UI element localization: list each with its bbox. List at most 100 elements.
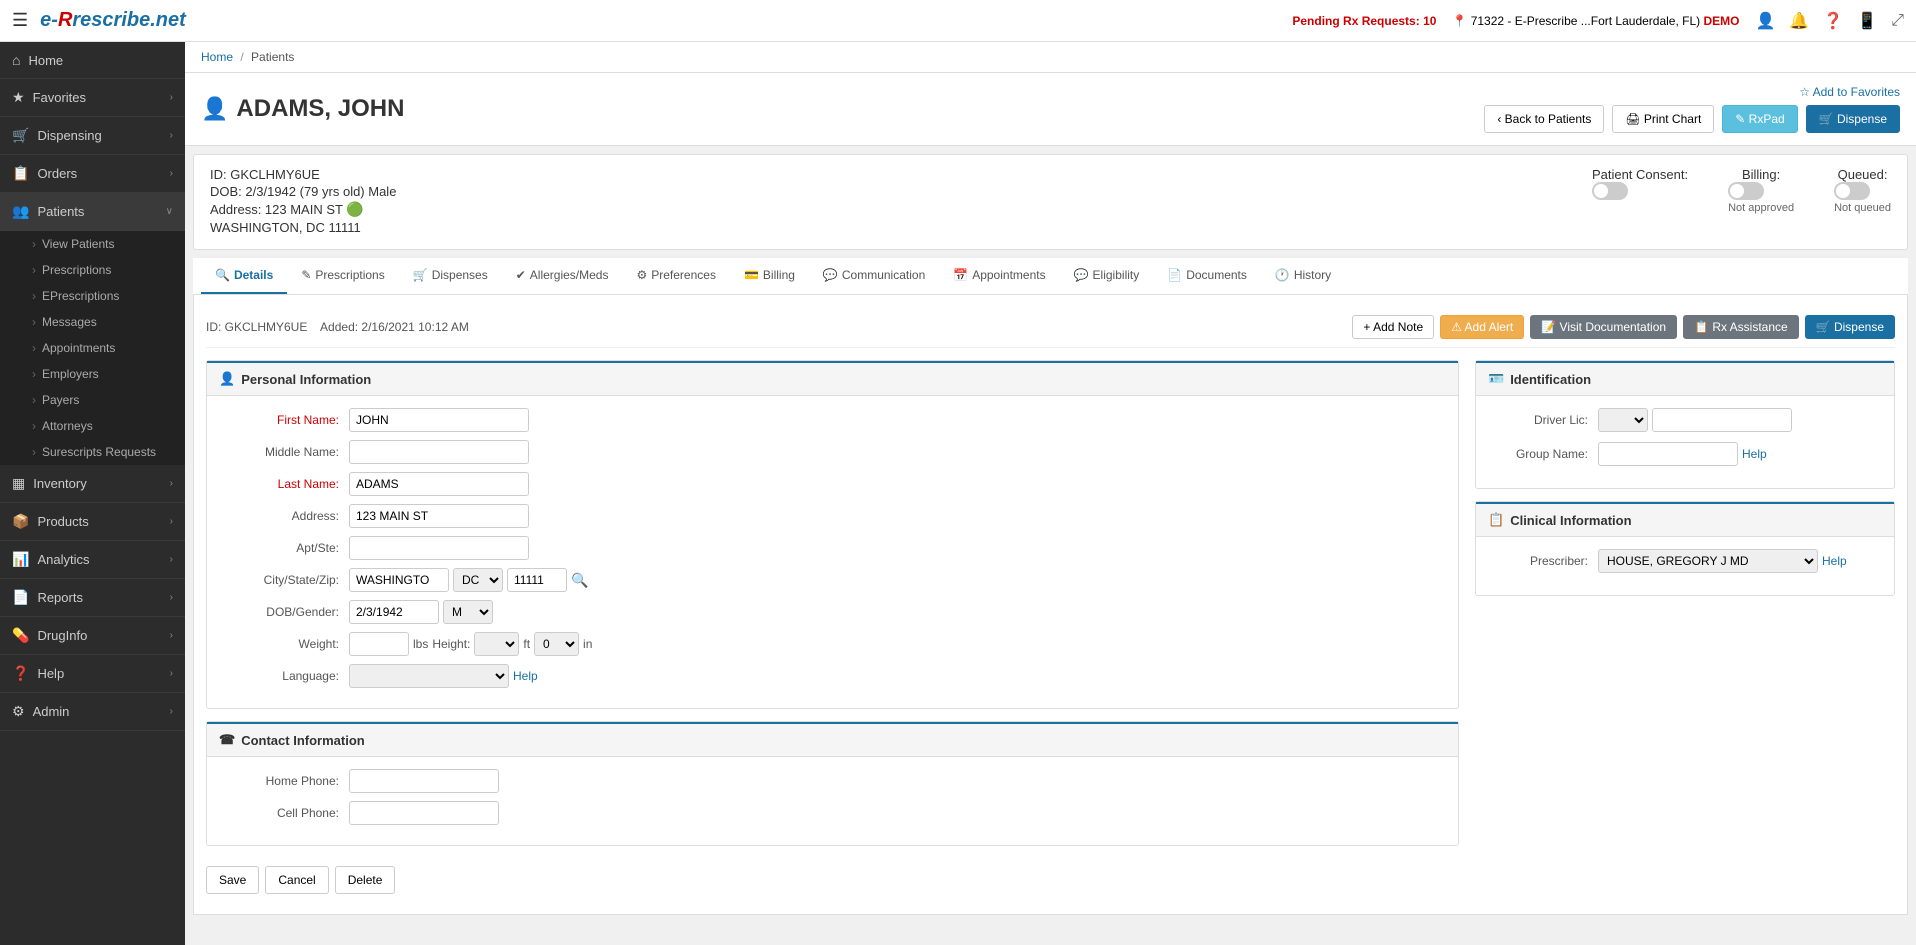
clinical-info-body: Prescriber: HOUSE, GREGORY J MD Help (1476, 537, 1894, 595)
tab-appointments[interactable]: 📅 Appointments (939, 258, 1059, 294)
chevron-down-icon: ∨ (166, 206, 173, 217)
tab-eligibility[interactable]: 💬 Eligibility (1060, 258, 1154, 294)
add-note-btn[interactable]: + Add Note (1352, 315, 1434, 339)
sidebar-sub-attorneys[interactable]: Attorneys (0, 413, 185, 439)
tab-allergies[interactable]: ✔ Allergies/Meds (502, 258, 623, 294)
dob-label: DOB/Gender: (219, 605, 349, 619)
pending-rx-count[interactable]: 10 (1423, 14, 1436, 28)
language-help-link[interactable]: Help (513, 669, 538, 683)
add-alert-btn[interactable]: ⚠ Add Alert (1440, 315, 1524, 339)
gender-select[interactable]: M F (443, 600, 493, 624)
address-verify-icon[interactable]: 🟢 (346, 201, 363, 217)
sidebar-item-dispensing[interactable]: 🛒 Dispensing › (0, 117, 185, 155)
patient-info-left: ID: GKCLHMY6UE DOB: 2/3/1942 (79 yrs old… (210, 167, 396, 237)
first-name-input[interactable] (349, 408, 529, 432)
sidebar-item-help[interactable]: ❓ Help › (0, 655, 185, 693)
driver-lic-type-select[interactable] (1598, 408, 1648, 432)
tab-history[interactable]: 🕐 History (1261, 258, 1345, 294)
sidebar-sub-prescriptions[interactable]: Prescriptions (0, 257, 185, 283)
address-input[interactable] (349, 504, 529, 528)
prescriber-help-link[interactable]: Help (1822, 554, 1847, 568)
weight-input[interactable] (349, 632, 409, 656)
back-to-patients-btn[interactable]: ‹ Back to Patients (1484, 105, 1604, 133)
sidebar-item-inventory[interactable]: ▦ Inventory › (0, 465, 185, 503)
sidebar-item-druginfo[interactable]: 💊 DrugInfo › (0, 617, 185, 655)
zip-search-btn[interactable]: 🔍 (571, 572, 588, 589)
delete-btn[interactable]: Delete (335, 866, 396, 894)
cell-phone-input[interactable] (349, 801, 499, 825)
sidebar-sub-messages[interactable]: Messages (0, 309, 185, 335)
sidebar-item-orders[interactable]: 📋 Orders › (0, 155, 185, 193)
dob-input[interactable] (349, 600, 439, 624)
top-header: ☰ e-Rrescribe.net Pending Rx Requests: 1… (0, 0, 1916, 42)
height-in-select[interactable]: 0 (534, 632, 579, 656)
cell-phone-label: Cell Phone: (219, 806, 349, 820)
right-column: 🪪 Identification Driver Lic: (1475, 360, 1895, 902)
sidebar-item-products[interactable]: 📦 Products › (0, 503, 185, 541)
language-select[interactable] (349, 664, 509, 688)
patients-icon: 👥 (12, 203, 29, 220)
hamburger-icon[interactable]: ☰ (12, 10, 28, 31)
mobile-icon[interactable]: 📱 (1857, 11, 1877, 31)
visit-doc-btn[interactable]: 📝 Visit Documentation (1530, 315, 1677, 339)
group-help-link[interactable]: Help (1742, 447, 1767, 461)
action-dispense-btn[interactable]: 🛒 Dispense (1805, 315, 1895, 339)
action-added: Added: 2/16/2021 10:12 AM (320, 320, 469, 334)
state-select[interactable]: DC (453, 568, 503, 592)
rx-assist-btn[interactable]: 📋 Rx Assistance (1683, 315, 1799, 339)
tab-prescriptions[interactable]: ✎ Prescriptions (287, 258, 398, 294)
cancel-btn[interactable]: Cancel (265, 866, 328, 894)
apt-input[interactable] (349, 536, 529, 560)
prescriber-select[interactable]: HOUSE, GREGORY J MD (1598, 549, 1818, 573)
dispense-btn[interactable]: 🛒 Dispense (1806, 105, 1900, 133)
sidebar-item-reports[interactable]: 📄 Reports › (0, 579, 185, 617)
rxpad-btn[interactable]: ✎ RxPad (1722, 105, 1797, 133)
zip-input[interactable] (507, 568, 567, 592)
sidebar-label-dispensing: Dispensing (37, 128, 101, 143)
print-chart-btn[interactable]: 🖨 Print Chart (1612, 105, 1714, 133)
city-label: City/State/Zip: (219, 573, 349, 587)
personal-info-body: First Name: Middle Name: Last Name: (207, 396, 1458, 708)
tab-dispenses[interactable]: 🛒 Dispenses (399, 258, 502, 294)
home-phone-input[interactable] (349, 769, 499, 793)
tab-documents[interactable]: 📄 Documents (1153, 258, 1261, 294)
tab-details[interactable]: 🔍 Details (201, 258, 287, 294)
last-name-input[interactable] (349, 472, 529, 496)
sidebar-sub-appointments[interactable]: Appointments (0, 335, 185, 361)
breadcrumb-home[interactable]: Home (201, 50, 233, 64)
expand-icon[interactable]: ⤢ (1891, 12, 1904, 30)
queued-toggle[interactable] (1834, 182, 1870, 200)
header-icons: 👤 🔔 ❓ 📱 ⤢ (1756, 11, 1905, 31)
sidebar-sub-surescripts[interactable]: Surescripts Requests (0, 439, 185, 465)
tab-preferences[interactable]: ⚙ Preferences (622, 258, 729, 294)
middle-name-input[interactable] (349, 440, 529, 464)
location-info: 📍 71322 - E-Prescribe ...Fort Lauderdale… (1452, 14, 1739, 28)
personal-title: Personal Information (241, 372, 371, 387)
sidebar-item-admin[interactable]: ⚙ Admin › (0, 693, 185, 731)
save-btn[interactable]: Save (206, 866, 259, 894)
city-input[interactable] (349, 568, 449, 592)
queued-toggle-group: Queued: Not queued (1834, 167, 1891, 214)
tab-communication[interactable]: 💬 Communication (809, 258, 939, 294)
sidebar-item-patients[interactable]: 👥 Patients ∨ (0, 193, 185, 231)
sidebar-item-home[interactable]: ⌂ Home (0, 42, 185, 79)
billing-toggle[interactable] (1728, 182, 1764, 200)
group-name-input[interactable] (1598, 442, 1738, 466)
sidebar-sub-eprescriptions[interactable]: EPrescriptions (0, 283, 185, 309)
sidebar-item-analytics[interactable]: 📊 Analytics › (0, 541, 185, 579)
consent-toggle[interactable] (1592, 182, 1628, 200)
user-icon[interactable]: 👤 (1756, 11, 1776, 31)
sidebar-sub-employers[interactable]: Employers (0, 361, 185, 387)
billing-status: Not approved (1728, 202, 1794, 214)
personal-info-section: 👤 Personal Information First Name: Middl… (206, 360, 1459, 709)
sidebar-item-favorites[interactable]: ★ Favorites › (0, 79, 185, 117)
bell-icon[interactable]: 🔔 (1789, 11, 1809, 31)
sidebar-sub-view-patients[interactable]: View Patients (0, 231, 185, 257)
sidebar-sub-payers[interactable]: Payers (0, 387, 185, 413)
tab-billing[interactable]: 💳 Billing (730, 258, 809, 294)
add-favorites-btn[interactable]: ☆ Add to Favorites (1799, 85, 1900, 99)
help-icon[interactable]: ❓ (1823, 11, 1843, 31)
height-ft-select[interactable] (474, 632, 519, 656)
chevron-right-icon-3: › (170, 168, 173, 179)
driver-lic-input[interactable] (1652, 408, 1792, 432)
